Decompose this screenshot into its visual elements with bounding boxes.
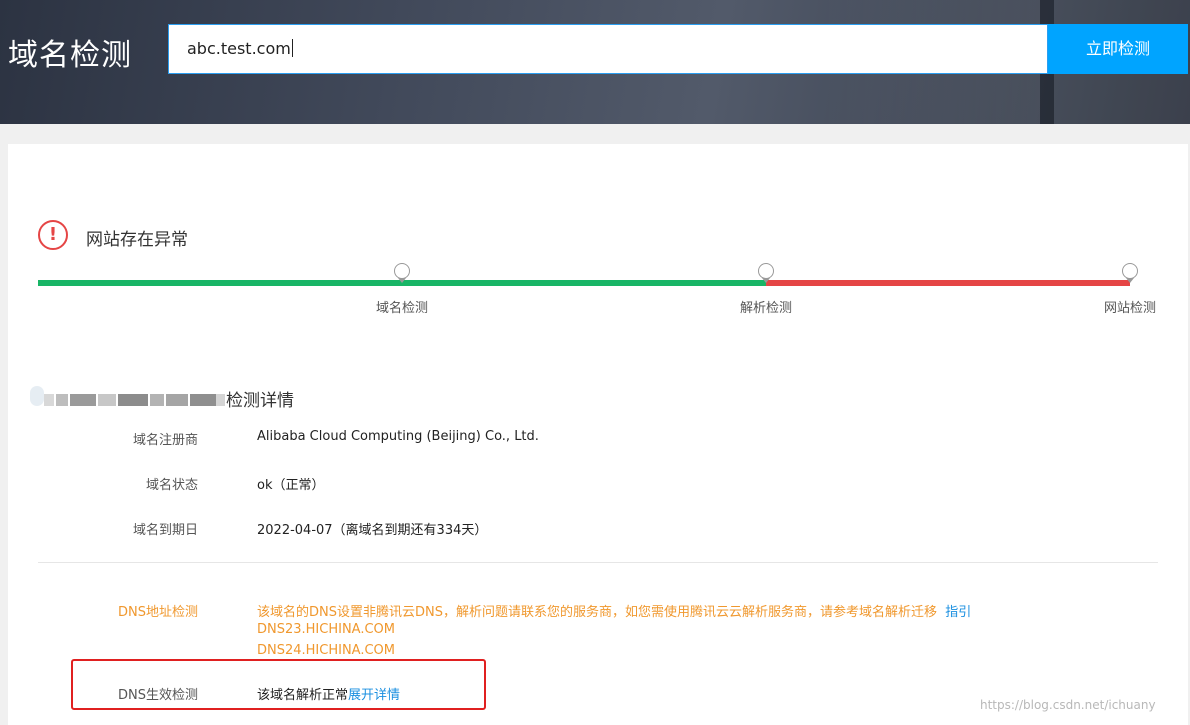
dns-address-text: 该域名的DNS设置非腾讯云DNS，解析问题请联系您的服务商，如您需使用腾讯云云解… [257, 605, 937, 620]
progress-track-error [766, 280, 1130, 286]
progress-node-website [1122, 263, 1138, 279]
section-title: 检测详情 [226, 391, 294, 411]
step-label-domain: 域名检测 [375, 301, 428, 316]
registrar-value: Alibaba Cloud Computing (Beijing) Co., L… [257, 429, 539, 444]
registrar-label: 域名注册商 [132, 433, 198, 448]
annotation-highlight-box [71, 659, 486, 710]
text-caret [291, 39, 293, 57]
expiry-label: 域名到期日 [132, 523, 198, 538]
step-label-website: 网站检测 [1103, 301, 1156, 316]
detect-now-button[interactable]: 立即检测 [1048, 24, 1188, 74]
section-divider [38, 562, 1158, 563]
expiry-value: 2022-04-07（离域名到期还有334天） [257, 523, 488, 538]
header-banner: 域名检测 abc.test.com 立即检测 [0, 0, 1190, 124]
progress-node-pointer [398, 278, 406, 283]
domain-search-input[interactable]: abc.test.com [168, 24, 1048, 74]
progress-node-pointer [1126, 278, 1134, 283]
status-text: 网站存在异常 [86, 230, 188, 250]
progress-node-domain [394, 263, 410, 279]
domain-status-label: 域名状态 [145, 478, 198, 493]
dns-address-message: 该域名的DNS设置非腾讯云DNS，解析问题请联系您的服务商，如您需使用腾讯云云解… [257, 601, 971, 620]
progress-node-pointer [762, 278, 770, 283]
domain-status-value: ok（正常） [257, 478, 325, 493]
dns-server-1: DNS23.HICHINA.COM [257, 622, 396, 637]
migration-guide-link[interactable]: 指引 [945, 605, 971, 620]
exclamation-circle-icon: ! [38, 220, 68, 250]
watermark: https://blog.csdn.net/ichuany [980, 698, 1156, 712]
redacted-text [30, 382, 225, 410]
step-label-resolve: 解析检测 [739, 301, 792, 316]
page-title: 域名检测 [8, 38, 132, 73]
dns-address-label: DNS地址检测 [118, 605, 198, 620]
progress-node-resolve [758, 263, 774, 279]
dns-server-2: DNS24.HICHINA.COM [257, 643, 396, 658]
search-input-value: abc.test.com [187, 39, 291, 58]
